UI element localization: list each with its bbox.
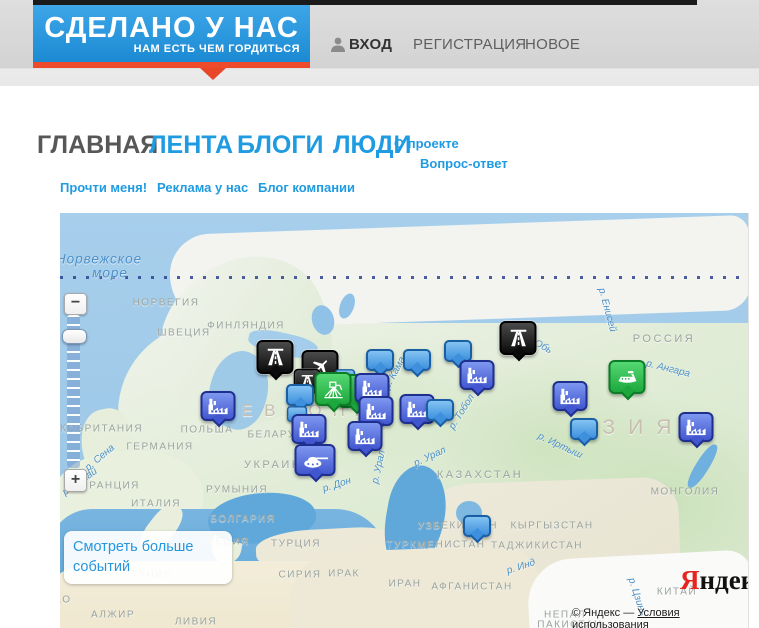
- map-label-water: море: [92, 265, 128, 281]
- highway-icon: [259, 342, 292, 372]
- yandex-map[interactable]: Норвежское море НОРВЕГИЯ ШВЕЦИЯ ФИНЛЯНДИЯ РОС…: [60, 213, 749, 628]
- factory-icon: [681, 414, 712, 440]
- yandex-logo-ya: Я: [680, 565, 700, 595]
- map-label-region: БОЛГАРИЯ: [210, 513, 276, 525]
- zoom-in-button[interactable]: +: [64, 469, 87, 492]
- map-label-region: ГЕРМАНИЯ: [126, 441, 194, 453]
- read-me-link[interactable]: Прочти меня!: [60, 180, 147, 195]
- highway-icon: [502, 323, 535, 353]
- page: СДЕЛАНО У НАС НАМ ЕСТЬ ЧЕМ ГОРДИТЬСЯ ВХО…: [0, 0, 759, 628]
- map-marker-road[interactable]: [499, 321, 537, 362]
- map-label-region: КЫРГЫЗСТАН: [510, 520, 594, 532]
- map-copyright: © Яндекс — Условия использования: [572, 607, 748, 628]
- map-marker-event[interactable]: [444, 340, 472, 369]
- header-bar: СДЕЛАНО У НАС НАМ ЕСТЬ ЧЕМ ГОРДИТЬСЯ ВХО…: [0, 0, 759, 86]
- map-label-region: РУМЫНИЯ: [205, 484, 269, 496]
- more-events-link[interactable]: Смотреть больше событий: [64, 531, 232, 584]
- map-label-region: СИРИЯ: [278, 569, 322, 581]
- map-label-region: ТАДЖИКИСТАН: [490, 540, 584, 552]
- map-label-region: ФИНЛЯНДИЯ: [207, 320, 285, 332]
- new-link[interactable]: НОВОЕ: [525, 36, 580, 53]
- map-marker-industry[interactable]: [347, 421, 383, 458]
- map-label-region: НОРВЕГИЯ: [132, 297, 200, 309]
- map-marker-event[interactable]: [366, 349, 394, 378]
- map-label-region: ИРАН: [388, 578, 422, 590]
- tab-feed[interactable]: ЛЕНТА: [149, 131, 233, 160]
- zoom-slider-handle[interactable]: [62, 329, 87, 344]
- map-label-region: ШВЕЦИЯ: [157, 327, 211, 339]
- map-label-region: АФГАНИСТАН: [431, 581, 513, 593]
- site-tagline: НАМ ЕСТЬ ЧЕМ ГОРДИТЬСЯ: [133, 43, 300, 55]
- factory-icon: [294, 416, 325, 442]
- map-marker-event[interactable]: [463, 515, 491, 544]
- user-icon: [331, 37, 345, 57]
- factory-icon: [350, 423, 381, 449]
- tank-icon: [297, 446, 334, 474]
- map-marker-road[interactable]: [256, 340, 294, 381]
- site-logo[interactable]: СДЕЛАНО У НАС НАМ ЕСТЬ ЧЕМ ГОРДИТЬСЯ: [33, 5, 310, 62]
- map-label-region: ТУРКМЕНИСТАН: [386, 539, 486, 551]
- factory-icon: [203, 393, 234, 419]
- login-link[interactable]: ВХОД: [349, 36, 392, 53]
- tab-home[interactable]: ГЛАВНАЯ: [37, 131, 158, 160]
- logo-pointer: [200, 68, 226, 80]
- map-label-region: ИТАЛИЯ: [131, 498, 181, 510]
- map-marker-event[interactable]: [403, 349, 431, 378]
- advertising-link[interactable]: Реклама у нас: [157, 180, 248, 195]
- zoom-out-button[interactable]: −: [64, 293, 87, 315]
- map-label-region: КАЗАХСТАН: [436, 469, 524, 481]
- map-marker-industry[interactable]: [291, 414, 327, 451]
- map-marker-event[interactable]: [426, 399, 454, 428]
- map-label-region: МОНГОЛИЯ: [650, 486, 720, 498]
- map-marker-industry[interactable]: [678, 412, 714, 449]
- about-link[interactable]: О проекте: [394, 136, 459, 151]
- faq-link[interactable]: Вопрос-ответ: [420, 156, 508, 171]
- register-link[interactable]: РЕГИСТРАЦИЯ: [413, 36, 526, 53]
- site-title: СДЕЛАНО У НАС: [44, 12, 299, 44]
- map-marker-event[interactable]: [286, 384, 314, 413]
- map-label-region: АЛЖИР: [90, 609, 136, 621]
- map-marker-military[interactable]: [294, 444, 336, 483]
- copyright-text: © Яндекс —: [572, 607, 638, 619]
- map-marker-shipbuilding[interactable]: [608, 360, 646, 401]
- yandex-logo-rest: ндекс: [699, 565, 749, 595]
- map-label-region: МАРОККО: [60, 594, 72, 606]
- map-label-region: РОССИЯ: [632, 333, 696, 345]
- harvester-icon: [317, 374, 350, 404]
- map-label-region: ИРАК: [328, 568, 360, 580]
- map-label-region: ПОЛЬША: [180, 424, 234, 436]
- map-label-region: ЛИВИЯ: [174, 616, 218, 628]
- yandex-logo[interactable]: Яндекс: [680, 565, 749, 596]
- polar-circle-line: [60, 276, 748, 279]
- factory-icon: [462, 362, 493, 388]
- factory-icon: [555, 383, 586, 409]
- map-label-water: Норвежское: [60, 251, 143, 267]
- tab-blogs[interactable]: БЛОГИ: [237, 131, 323, 160]
- ship-icon: [611, 362, 644, 392]
- map-marker-agriculture[interactable]: [314, 372, 352, 413]
- map-marker-industry[interactable]: [552, 381, 588, 418]
- map-marker-industry[interactable]: [459, 360, 495, 397]
- company-blog-link[interactable]: Блог компании: [258, 180, 355, 195]
- map-marker-industry[interactable]: [200, 391, 236, 428]
- map-marker-event[interactable]: [570, 418, 598, 447]
- map-label-region: ТУРЦИЯ: [271, 538, 321, 550]
- logo-accent-bar: [33, 62, 310, 80]
